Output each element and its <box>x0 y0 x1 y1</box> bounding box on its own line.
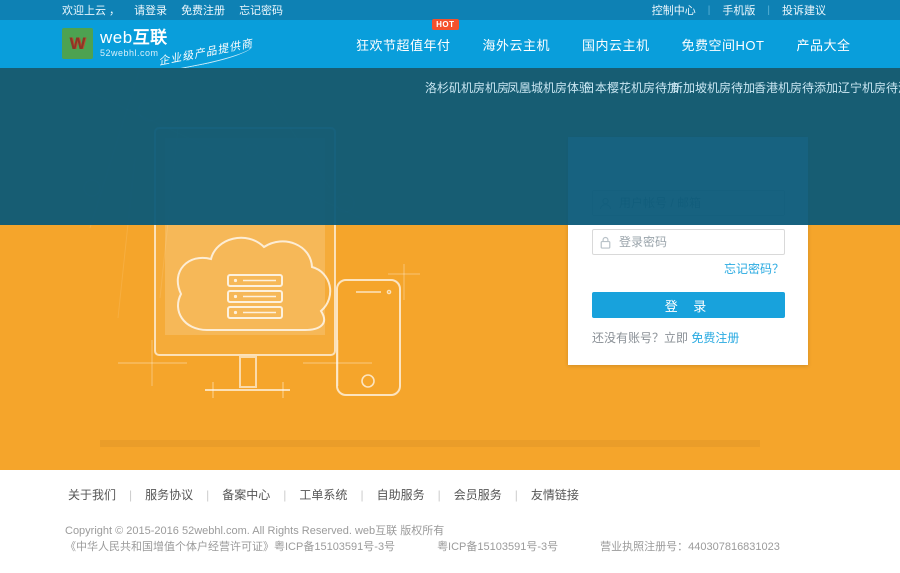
control-center-link[interactable]: 控制中心 <box>640 2 708 18</box>
mega-menu-grid: 洛杉矶机房机房 凤凰城机房体验 日本樱花机房待加 新加坡机房待加 香港机房待添加… <box>426 75 900 100</box>
logo-icon: W <box>62 28 93 59</box>
topbar-forgot-link[interactable]: 忘记密码 <box>239 2 283 18</box>
footer-link-about[interactable]: 关于我们 <box>68 486 129 503</box>
nav-item-domestic-cloud[interactable]: 国内云主机 <box>566 35 666 54</box>
mega-menu-item[interactable]: 辽宁机房待添加 <box>838 75 900 100</box>
welcome-text: 欢迎上云 ， <box>62 2 120 18</box>
footer-link-filing[interactable]: 备案中心 <box>209 486 283 503</box>
footer: 关于我们| 服务协议| 备案中心| 工单系统| 自助服务| 会员服务| 友情链接… <box>0 470 900 573</box>
mobile-version-link[interactable]: 手机版 <box>710 2 767 18</box>
copyright-text: Copyright © 2015-2016 52webhl.com. All R… <box>65 522 444 538</box>
password-field-wrap <box>592 229 785 255</box>
mega-menu-item[interactable]: 洛杉矶机房机房 <box>426 75 508 100</box>
mega-menu-item[interactable]: 新加坡机房待加 <box>672 75 754 100</box>
icp-license-2: 粤ICP备15103591号-3号 <box>437 538 558 554</box>
footer-links: 关于我们| 服务协议| 备案中心| 工单系统| 自助服务| 会员服务| 友情链接 <box>68 486 592 503</box>
business-license: 营业执照注册号：440307816831023 <box>600 538 780 554</box>
icp-row: 《中华人民共和国增值个体户经营许可证》粤ICP备15103591号-3号 粤IC… <box>65 538 780 554</box>
nav-item-label: 海外云主机 <box>483 38 551 53</box>
nav-menu: HOT狂欢节超值年付 海外云主机 国内云主机 免费空间HOT 产品大全 <box>340 20 867 68</box>
password-input[interactable] <box>619 235 784 249</box>
forgot-password-link[interactable]: 忘记密码？ <box>724 260 784 277</box>
nav-item-overseas-cloud[interactable]: 海外云主机 <box>467 35 567 54</box>
logo-title-cn: 互联 <box>133 28 168 47</box>
footer-link-ticket[interactable]: 工单系统 <box>286 486 360 503</box>
mega-dropdown-overlay: 洛杉矶机房机房 凤凰城机房体验 日本樱花机房待加 新加坡机房待加 香港机房待添加… <box>0 68 900 225</box>
topbar-left: 欢迎上云 ， 请登录 免费注册 忘记密码 <box>62 2 283 18</box>
phone-outline <box>337 264 420 395</box>
logo-title: web互联 <box>100 29 168 46</box>
nav-item-label: 产品大全 <box>797 38 851 53</box>
nav-item-label: 国内云主机 <box>582 38 650 53</box>
signup-row: 还没有账号？立即 免费注册 <box>592 329 739 346</box>
mega-menu-item[interactable]: 凤凰城机房体验 <box>508 75 590 100</box>
page: 欢迎上云 ， 请登录 免费注册 忘记密码 控制中心 | 手机版 | 投诉建议 W… <box>0 0 900 573</box>
topbar: 欢迎上云 ， 请登录 免费注册 忘记密码 控制中心 | 手机版 | 投诉建议 <box>0 0 900 20</box>
footer-link-member[interactable]: 会员服务 <box>441 486 515 503</box>
feedback-link[interactable]: 投诉建议 <box>770 2 838 18</box>
nav-item-label: 免费空间HOT <box>682 38 765 53</box>
main-nav: W web互联 52webhl.com 企业级产品提供商 HOT狂欢节超值年付 … <box>0 20 900 68</box>
free-register-link[interactable]: 免费注册 <box>691 331 739 345</box>
footer-link-friends[interactable]: 友情链接 <box>518 486 592 503</box>
topbar-register-link[interactable]: 免费注册 <box>181 2 225 18</box>
topbar-right: 控制中心 | 手机版 | 投诉建议 <box>640 2 838 18</box>
footer-link-terms[interactable]: 服务协议 <box>132 486 206 503</box>
no-account-text: 还没有账号？立即 <box>592 331 691 345</box>
nav-item-free-space[interactable]: 免费空间HOT <box>666 35 781 54</box>
mega-menu-item[interactable]: 日本樱花机房待加 <box>590 75 672 100</box>
login-button[interactable]: 登 录 <box>592 292 785 318</box>
logo[interactable]: W web互联 52webhl.com <box>62 28 168 59</box>
logo-title-en: web <box>100 28 133 47</box>
topbar-login-link[interactable]: 请登录 <box>134 2 167 18</box>
lock-icon <box>599 236 612 249</box>
mega-menu-item[interactable]: 香港机房待添加 <box>754 75 838 100</box>
hot-badge: HOT <box>432 19 458 30</box>
nav-item-promo[interactable]: HOT狂欢节超值年付 <box>340 35 467 54</box>
icp-license-1: 《中华人民共和国增值个体户经营许可证》粤ICP备15103591号-3号 <box>65 538 395 554</box>
nav-item-all-products[interactable]: 产品大全 <box>781 35 867 54</box>
footer-link-selfservice[interactable]: 自助服务 <box>364 486 438 503</box>
nav-item-label: 狂欢节超值年付 <box>356 38 451 53</box>
hero-shade-band <box>100 440 760 447</box>
